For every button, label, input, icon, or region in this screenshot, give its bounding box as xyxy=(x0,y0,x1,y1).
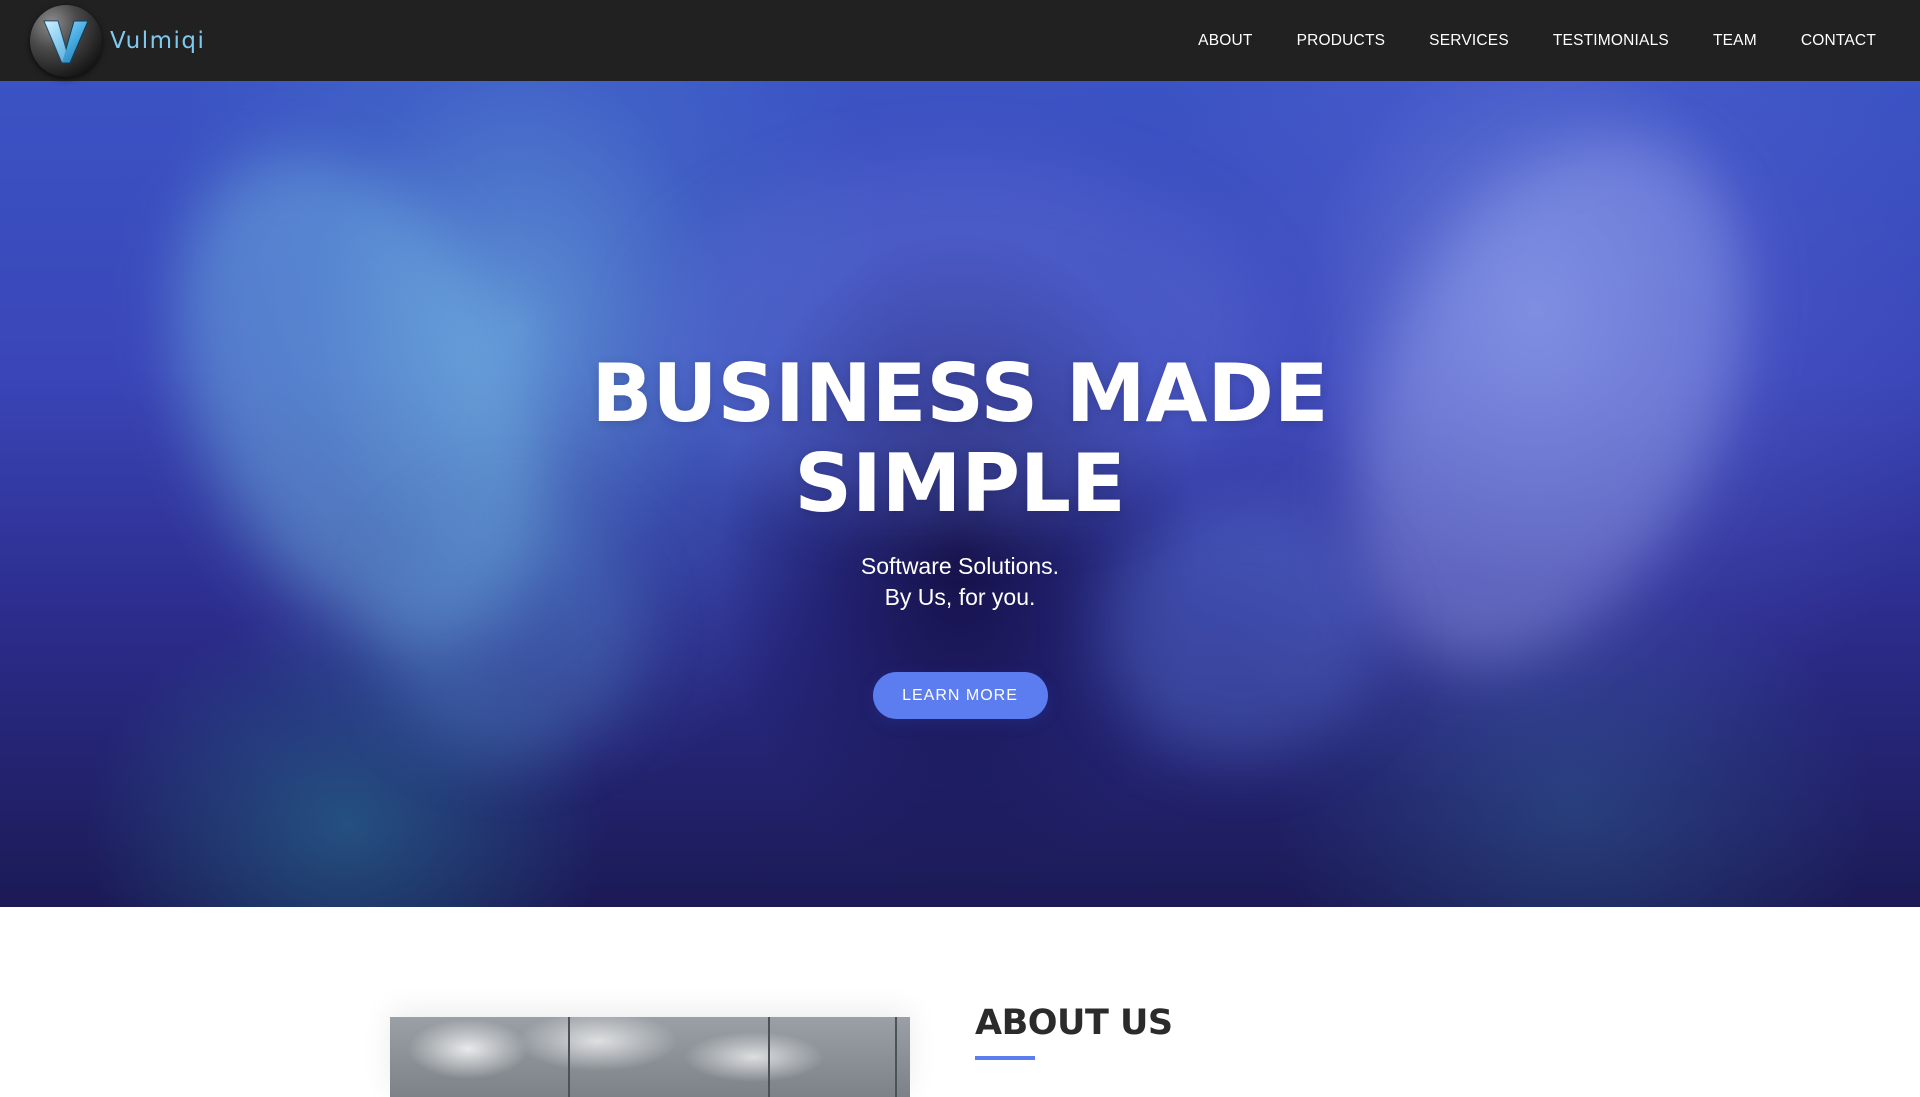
nav-links: ABOUT PRODUCTS SERVICES TESTIMONIALS TEA… xyxy=(1176,32,1898,50)
hero-title-line: BUSINESS MADE xyxy=(591,347,1329,440)
hero-section: BUSINESS MADE SIMPLE Software Solutions.… xyxy=(0,81,1920,907)
about-title: ABOUT US xyxy=(975,1003,1173,1043)
brand-name[interactable]: Vulmiqi xyxy=(110,28,205,54)
about-title-underline xyxy=(975,1056,1035,1060)
nav-link-team[interactable]: TEAM xyxy=(1691,32,1779,50)
about-image xyxy=(390,1017,910,1097)
nav-link-products[interactable]: PRODUCTS xyxy=(1275,32,1408,50)
v-letter-logo-icon[interactable] xyxy=(30,4,102,77)
nav-link-about[interactable]: ABOUT xyxy=(1176,32,1274,50)
nav-link-testimonials[interactable]: TESTIMONIALS xyxy=(1531,32,1691,50)
hero-subtitle: Software Solutions. By Us, for you. xyxy=(861,551,1059,613)
hero-content: BUSINESS MADE SIMPLE Software Solutions.… xyxy=(0,81,1920,907)
hero-title: BUSINESS MADE SIMPLE xyxy=(592,349,1329,529)
hero-subtitle-line: Software Solutions. xyxy=(860,553,1060,579)
image-seam xyxy=(895,1017,897,1097)
navbar: Vulmiqi ABOUT PRODUCTS SERVICES TESTIMON… xyxy=(0,0,1920,81)
image-seam xyxy=(568,1017,570,1097)
nav-link-services[interactable]: SERVICES xyxy=(1407,32,1531,50)
hero-title-line: SIMPLE xyxy=(794,437,1126,530)
hero-subtitle-line: By Us, for you. xyxy=(884,584,1036,610)
learn-more-button[interactable]: LEARN MORE xyxy=(872,672,1048,719)
image-seam xyxy=(768,1017,770,1097)
nav-link-contact[interactable]: CONTACT xyxy=(1779,32,1898,50)
brand[interactable]: Vulmiqi xyxy=(30,4,205,77)
